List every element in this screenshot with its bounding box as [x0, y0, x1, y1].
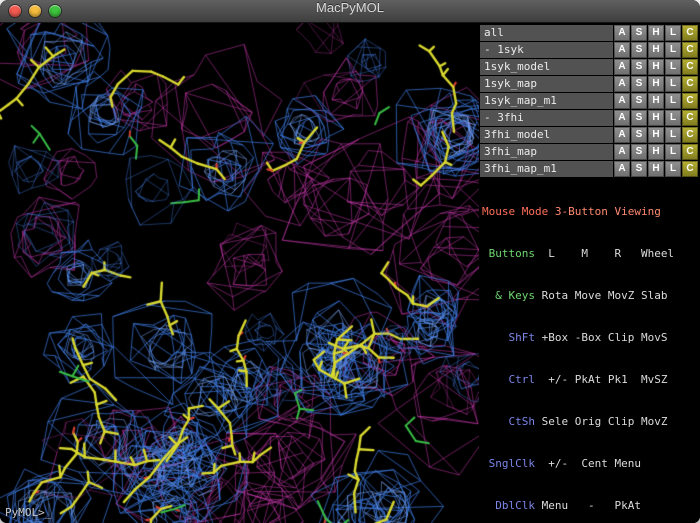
show-button[interactable]: S	[631, 144, 647, 160]
label-button[interactable]: L	[665, 144, 681, 160]
object-row-3fhi-map-m1[interactable]: 3fhi_map_m1 A S H L C	[480, 161, 698, 177]
label-button[interactable]: L	[665, 93, 681, 109]
mouse-matrix-keys: & Keys Rota Move MovZ Slab	[482, 289, 698, 303]
command-prompt[interactable]: PyMOL>_	[5, 506, 51, 519]
color-button[interactable]: C	[682, 127, 698, 143]
mouse-matrix-header: Buttons L M R Wheel	[482, 247, 698, 261]
object-row-1syk-map-m1[interactable]: 1syk_map_m1 A S H L C	[480, 93, 698, 109]
label-button[interactable]: L	[665, 76, 681, 92]
color-button[interactable]: C	[682, 144, 698, 160]
color-button[interactable]: C	[682, 161, 698, 177]
action-button[interactable]: A	[614, 127, 630, 143]
object-name[interactable]: - 1syk	[480, 42, 613, 58]
object-row-1syk-group[interactable]: - 1syk A S H L C	[480, 42, 698, 58]
app-window: MacPyMOL PyMOL>_ all A S H L C - 1syk A …	[0, 0, 700, 523]
action-button[interactable]: A	[614, 144, 630, 160]
hide-button[interactable]: H	[648, 144, 664, 160]
object-row-3fhi-group[interactable]: - 3fhi A S H L C	[480, 110, 698, 126]
show-button[interactable]: S	[631, 127, 647, 143]
object-row-1syk-map[interactable]: 1syk_map A S H L C	[480, 76, 698, 92]
mouse-matrix-singleclick: SnglClk +/- Cent Menu	[482, 457, 698, 471]
color-button[interactable]: C	[682, 93, 698, 109]
color-button[interactable]: C	[682, 59, 698, 75]
content-area: PyMOL>_ all A S H L C - 1syk A S H L	[0, 23, 700, 523]
object-name[interactable]: 3fhi_model	[480, 127, 613, 143]
show-button[interactable]: S	[631, 93, 647, 109]
action-button[interactable]: A	[614, 25, 630, 41]
object-name[interactable]: 1syk_map	[480, 76, 613, 92]
action-button[interactable]: A	[614, 110, 630, 126]
hide-button[interactable]: H	[648, 59, 664, 75]
object-name[interactable]: 3fhi_map_m1	[480, 161, 613, 177]
object-row-1syk-model[interactable]: 1syk_model A S H L C	[480, 59, 698, 75]
object-name[interactable]: all	[480, 25, 613, 41]
action-button[interactable]: A	[614, 42, 630, 58]
show-button[interactable]: S	[631, 25, 647, 41]
hide-button[interactable]: H	[648, 161, 664, 177]
mouse-matrix-doubleclick: DblClk Menu - PkAt	[482, 499, 698, 513]
hide-button[interactable]: H	[648, 93, 664, 109]
mouse-mode-panel: Mouse Mode 3-Button Viewing Buttons L M …	[480, 177, 698, 523]
object-name[interactable]: 1syk_map_m1	[480, 93, 613, 109]
show-button[interactable]: S	[631, 76, 647, 92]
label-button[interactable]: L	[665, 59, 681, 75]
show-button[interactable]: S	[631, 59, 647, 75]
action-button[interactable]: A	[614, 59, 630, 75]
object-name[interactable]: 1syk_model	[480, 59, 613, 75]
hide-button[interactable]: H	[648, 76, 664, 92]
object-name[interactable]: - 3fhi	[480, 110, 613, 126]
hide-button[interactable]: H	[648, 25, 664, 41]
color-button[interactable]: C	[682, 110, 698, 126]
object-name[interactable]: 3fhi_map	[480, 144, 613, 160]
show-button[interactable]: S	[631, 161, 647, 177]
object-panel: all A S H L C - 1syk A S H L C 1syk_mode…	[480, 25, 698, 177]
show-button[interactable]: S	[631, 110, 647, 126]
mouse-mode-heading: Mouse Mode 3-Button Viewing	[482, 205, 698, 219]
object-row-all[interactable]: all A S H L C	[480, 25, 698, 41]
mouse-matrix-shift: ShFt +Box -Box Clip MovS	[482, 331, 698, 345]
action-button[interactable]: A	[614, 161, 630, 177]
color-button[interactable]: C	[682, 76, 698, 92]
molecule-viewport[interactable]	[0, 23, 479, 523]
show-button[interactable]: S	[631, 42, 647, 58]
action-button[interactable]: A	[614, 93, 630, 109]
internal-gui-panel: all A S H L C - 1syk A S H L C 1syk_mode…	[479, 23, 700, 523]
label-button[interactable]: L	[665, 127, 681, 143]
mouse-matrix-ctsh: CtSh Sele Orig Clip MovZ	[482, 415, 698, 429]
titlebar[interactable]: MacPyMOL	[0, 0, 700, 23]
hide-button[interactable]: H	[648, 127, 664, 143]
hide-button[interactable]: H	[648, 42, 664, 58]
label-button[interactable]: L	[665, 25, 681, 41]
label-button[interactable]: L	[665, 161, 681, 177]
label-button[interactable]: L	[665, 110, 681, 126]
object-row-3fhi-model[interactable]: 3fhi_model A S H L C	[480, 127, 698, 143]
color-button[interactable]: C	[682, 25, 698, 41]
hide-button[interactable]: H	[648, 110, 664, 126]
object-row-3fhi-map[interactable]: 3fhi_map A S H L C	[480, 144, 698, 160]
action-button[interactable]: A	[614, 76, 630, 92]
mouse-matrix-ctrl: Ctrl +/- PkAt Pk1 MvSZ	[482, 373, 698, 387]
window-title: MacPyMOL	[0, 0, 700, 22]
label-button[interactable]: L	[665, 42, 681, 58]
color-button[interactable]: C	[682, 42, 698, 58]
